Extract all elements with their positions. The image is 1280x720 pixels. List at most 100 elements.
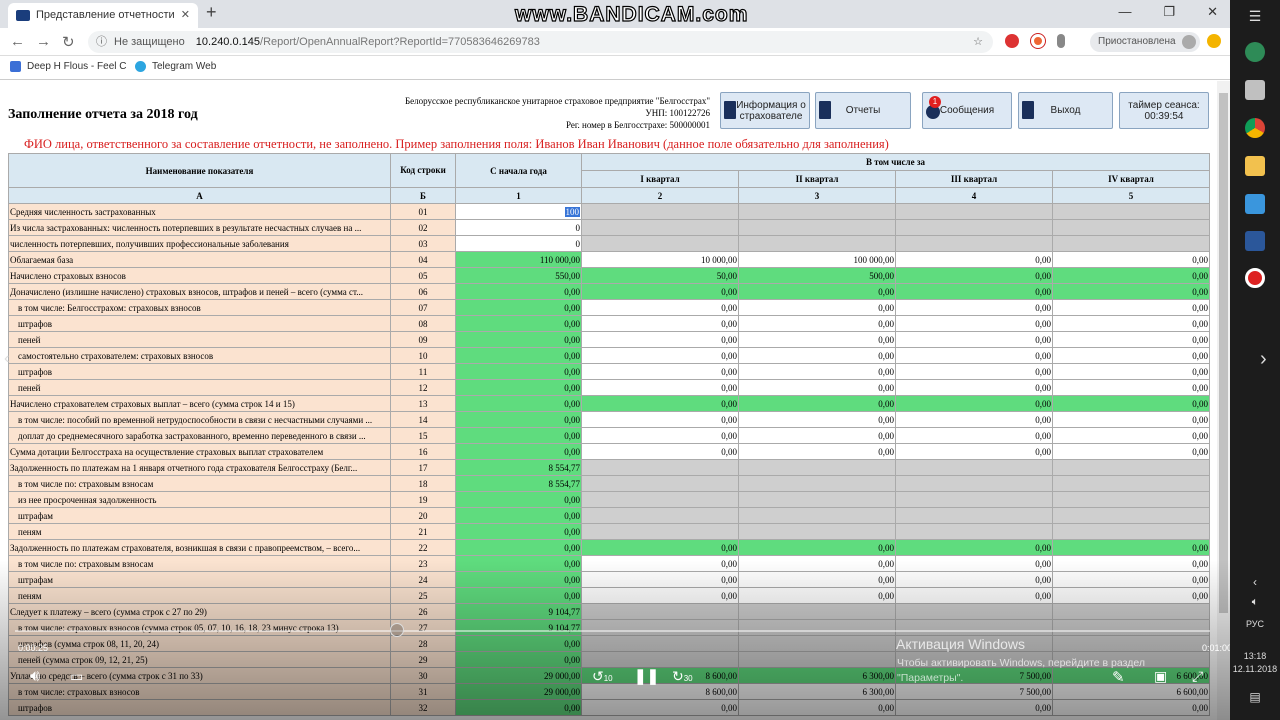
- minimize-button[interactable]: —: [1118, 4, 1131, 20]
- quarter-value-cell[interactable]: 6 300,00: [738, 667, 896, 684]
- ytd-value-cell[interactable]: 100: [455, 203, 582, 220]
- quarter-value-cell[interactable]: 0,00: [895, 699, 1053, 716]
- microphone-extension-icon[interactable]: [1057, 34, 1065, 48]
- quarter-value-cell[interactable]: 0,00: [738, 539, 896, 556]
- forward-icon[interactable]: ↻30: [672, 668, 693, 685]
- clock-time[interactable]: 13:18: [1230, 651, 1280, 661]
- quarter-value-cell[interactable]: 0,00: [738, 571, 896, 588]
- quarter-value-cell[interactable]: 0,00: [738, 587, 896, 604]
- app-icon[interactable]: [1245, 194, 1265, 214]
- quarter-value-cell[interactable]: 0,00: [1052, 555, 1210, 572]
- quarter-value-cell[interactable]: 0,00: [738, 363, 896, 380]
- ytd-value-cell[interactable]: 0,00: [455, 635, 582, 652]
- scrollbar-thumb[interactable]: [1219, 93, 1228, 613]
- quarter-value-cell[interactable]: 0,00: [895, 411, 1053, 428]
- exit-button[interactable]: Выход: [1018, 92, 1113, 129]
- quarter-value-cell[interactable]: 0,00: [895, 587, 1053, 604]
- video-seek-bar[interactable]: [15, 630, 1210, 632]
- quarter-value-cell[interactable]: 0,00: [738, 283, 896, 300]
- quarter-value-cell[interactable]: 0,00: [738, 427, 896, 444]
- quarter-value-cell[interactable]: 0,00: [581, 571, 739, 588]
- quarter-value-cell[interactable]: 0,00: [738, 443, 896, 460]
- quarter-value-cell[interactable]: 0,00: [581, 347, 739, 364]
- seek-handle[interactable]: [390, 623, 404, 637]
- ytd-value-cell[interactable]: 0,00: [455, 587, 582, 604]
- quarter-value-cell[interactable]: 0,00: [895, 315, 1053, 332]
- menu-icon[interactable]: ☰: [1230, 8, 1280, 25]
- quarter-value-cell[interactable]: 0,00: [738, 299, 896, 316]
- quarter-value-cell[interactable]: 0,00: [895, 331, 1053, 348]
- quarter-value-cell[interactable]: 0,00: [581, 299, 739, 316]
- quarter-value-cell[interactable]: 0,00: [738, 699, 896, 716]
- reports-button[interactable]: Отчеты: [815, 92, 911, 129]
- tab-close-icon[interactable]: ✕: [181, 3, 190, 28]
- ytd-value-cell[interactable]: 0: [455, 219, 582, 236]
- back-arrow-icon[interactable]: ←: [10, 33, 25, 50]
- word-icon[interactable]: [1245, 231, 1265, 251]
- ytd-value-cell[interactable]: 0,00: [455, 299, 582, 316]
- ytd-value-cell[interactable]: 29 000,00: [455, 667, 582, 684]
- quarter-value-cell[interactable]: 0,00: [738, 411, 896, 428]
- pause-icon[interactable]: ❚❚: [634, 667, 659, 685]
- ytd-value-cell[interactable]: 0: [455, 235, 582, 252]
- ytd-value-cell[interactable]: 0,00: [455, 347, 582, 364]
- warning-icon[interactable]: [1207, 34, 1221, 48]
- quarter-value-cell[interactable]: 50,00: [581, 267, 739, 284]
- profile-paused-chip[interactable]: Приостановлена: [1090, 32, 1200, 52]
- ytd-value-cell[interactable]: 0,00: [455, 283, 582, 300]
- ytd-value-cell[interactable]: 0,00: [455, 411, 582, 428]
- quarter-value-cell[interactable]: 0,00: [738, 555, 896, 572]
- quarter-value-cell[interactable]: 0,00: [895, 571, 1053, 588]
- ytd-value-cell[interactable]: 0,00: [455, 539, 582, 556]
- url-field[interactable]: ⓘ Не защищено 10.240.0.145/Report/OpenAn…: [88, 31, 993, 53]
- ytd-value-cell[interactable]: 0,00: [455, 555, 582, 572]
- quarter-value-cell[interactable]: 0,00: [895, 347, 1053, 364]
- quarter-value-cell[interactable]: 0,00: [581, 699, 739, 716]
- prev-arrow-icon[interactable]: ‹: [4, 350, 9, 368]
- quarter-value-cell[interactable]: 0,00: [1052, 267, 1210, 284]
- quarter-value-cell[interactable]: 0,00: [1052, 299, 1210, 316]
- ytd-value-cell[interactable]: 9 104,77: [455, 619, 582, 636]
- subtitles-icon[interactable]: ▭: [70, 668, 83, 685]
- quarter-value-cell[interactable]: 0,00: [581, 315, 739, 332]
- record-icon[interactable]: [1245, 268, 1265, 288]
- tray-chevron-icon[interactable]: ‹: [1230, 575, 1280, 589]
- ytd-value-cell[interactable]: 0,00: [455, 491, 582, 508]
- next-arrow-icon[interactable]: ›: [1260, 348, 1267, 371]
- ytd-value-cell[interactable]: 0,00: [455, 331, 582, 348]
- language-indicator[interactable]: РУС: [1230, 619, 1280, 629]
- ytd-value-cell[interactable]: 0,00: [455, 651, 582, 668]
- ytd-value-cell[interactable]: 550,00: [455, 267, 582, 284]
- clock-date[interactable]: 12.11.2018: [1230, 664, 1280, 674]
- browser-tab[interactable]: Представление отчетности ✕: [8, 3, 198, 28]
- quarter-value-cell[interactable]: 0,00: [1052, 363, 1210, 380]
- quarter-value-cell[interactable]: 0,00: [738, 379, 896, 396]
- quarter-value-cell[interactable]: 8 600,00: [581, 683, 739, 700]
- ytd-value-cell[interactable]: 0,00: [455, 427, 582, 444]
- quarter-value-cell[interactable]: 0,00: [581, 411, 739, 428]
- quarter-value-cell[interactable]: 0,00: [581, 379, 739, 396]
- ytd-value-cell[interactable]: 0,00: [455, 571, 582, 588]
- new-tab-button[interactable]: +: [206, 2, 217, 23]
- quarter-value-cell[interactable]: 100 000,00: [738, 251, 896, 268]
- info-icon[interactable]: ⓘ: [96, 31, 107, 53]
- quarter-value-cell[interactable]: 0,00: [738, 347, 896, 364]
- maximize-button[interactable]: ❐: [1163, 4, 1175, 20]
- reload-icon[interactable]: ↻: [62, 33, 75, 51]
- quarter-value-cell[interactable]: 0,00: [895, 427, 1053, 444]
- ytd-value-cell[interactable]: 8 554,77: [455, 475, 582, 492]
- quarter-value-cell[interactable]: 0,00: [895, 555, 1053, 572]
- quarter-value-cell[interactable]: 0,00: [1052, 347, 1210, 364]
- quarter-value-cell[interactable]: 0,00: [895, 267, 1053, 284]
- speaker-icon[interactable]: 🔈︎: [1230, 596, 1280, 609]
- quarter-value-cell[interactable]: 0,00: [1052, 251, 1210, 268]
- quarter-value-cell[interactable]: 0,00: [1052, 571, 1210, 588]
- forward-arrow-icon[interactable]: →: [36, 33, 51, 50]
- quarter-value-cell[interactable]: 0,00: [738, 395, 896, 412]
- quarter-value-cell[interactable]: 0,00: [895, 283, 1053, 300]
- quarter-value-cell[interactable]: 0,00: [581, 555, 739, 572]
- chrome-icon[interactable]: [1245, 118, 1265, 138]
- app-icon[interactable]: [1245, 42, 1265, 62]
- quarter-value-cell[interactable]: 0,00: [581, 395, 739, 412]
- quarter-value-cell[interactable]: 0,00: [895, 395, 1053, 412]
